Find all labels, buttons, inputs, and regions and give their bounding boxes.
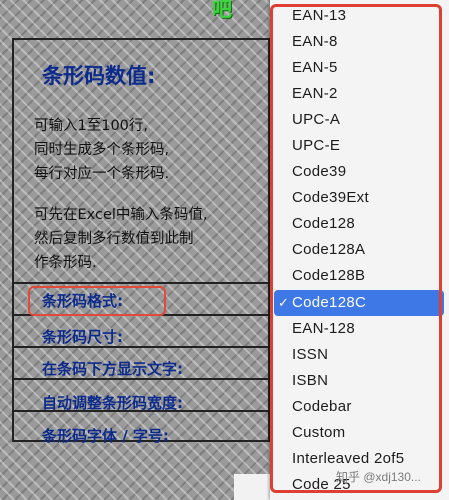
label-show-text: 在条码下方显示文字: [42, 360, 183, 378]
option-upc-a[interactable]: UPC-A [270, 107, 449, 133]
checkmark-icon: ✓ [278, 295, 290, 310]
header-logo-fragment: 吧 [212, 0, 234, 21]
desc-line: 然后复制多行数值到此制 [34, 231, 194, 247]
option-code39ext[interactable]: Code39Ext [270, 185, 449, 211]
panel-title: 条形码数值: [42, 64, 156, 88]
option-code128a[interactable]: Code128A [270, 237, 449, 263]
option-ean-128[interactable]: EAN-128 [270, 316, 449, 342]
option-issn[interactable]: ISSN [270, 342, 449, 368]
option-isbn[interactable]: ISBN [270, 368, 449, 394]
option-code39[interactable]: Code39 [270, 159, 449, 185]
label-auto-width: 自动调整条形码宽度: [42, 394, 183, 412]
watermark: 知乎 @xdj130... [336, 470, 421, 484]
option-custom[interactable]: Custom [270, 420, 449, 446]
option-ean-8[interactable]: EAN-8 [270, 29, 449, 55]
option-code128b[interactable]: Code128B [270, 263, 449, 289]
desc-line: 可输入1至100行, [34, 118, 149, 134]
desc-line: 每行对应一个条形码. [34, 166, 170, 182]
format-highlight-box [28, 286, 166, 316]
option-code128[interactable]: Code128 [270, 211, 449, 237]
desc-line: 作条形码. [34, 255, 97, 271]
barcode-format-dropdown[interactable]: EAN-13 EAN-8 EAN-5 EAN-2 UPC-A UPC-E Cod… [270, 0, 449, 500]
option-label: Code128C [292, 294, 367, 311]
desc-line: 可先在Excel中输入条码值, [34, 207, 208, 223]
option-codebar[interactable]: Codebar [270, 394, 449, 420]
option-ean-2[interactable]: EAN-2 [270, 81, 449, 107]
desc-line: 同时生成多个条形码, [34, 142, 170, 158]
option-upc-e[interactable]: UPC-E [270, 133, 449, 159]
option-ean-5[interactable]: EAN-5 [270, 55, 449, 81]
option-ean-13[interactable]: EAN-13 [270, 3, 449, 29]
input-edge [234, 474, 274, 500]
label-font-size: 条形码字体 / 字号: [42, 427, 169, 445]
option-code128c-selected[interactable]: ✓ Code128C [274, 290, 444, 316]
label-barcode-size: 条形码尺寸: [42, 328, 123, 346]
